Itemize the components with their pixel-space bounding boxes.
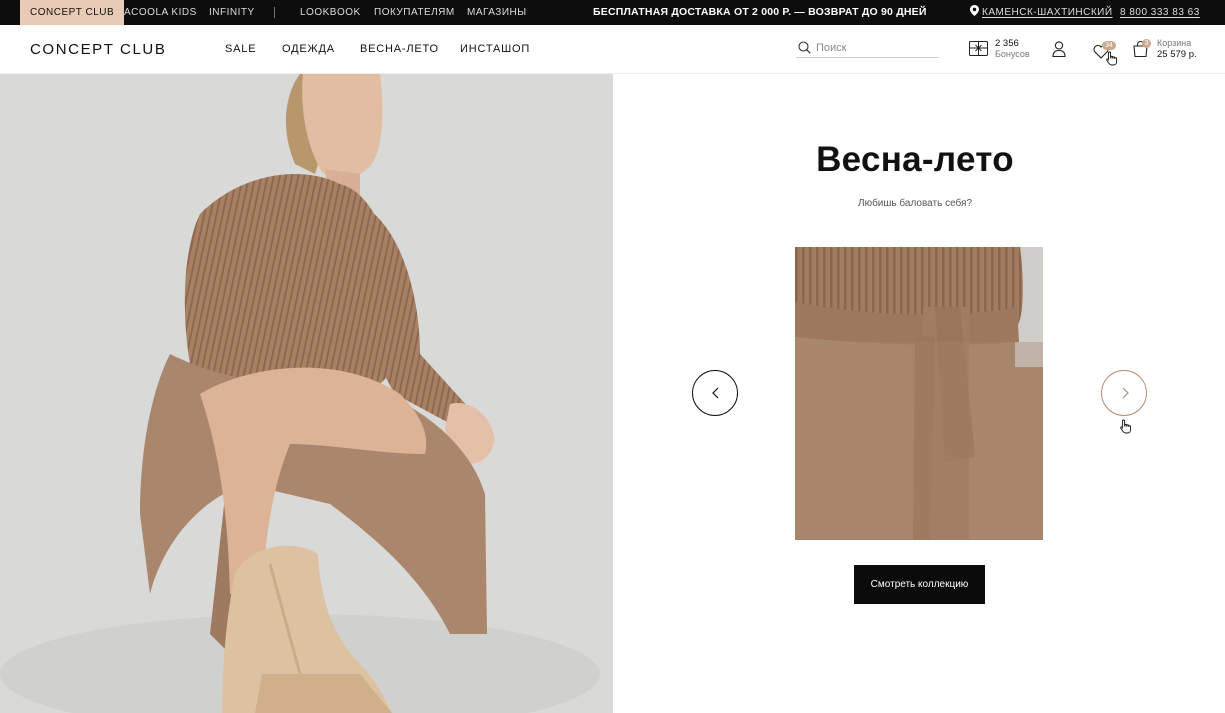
skirt-detail-photo [795,247,1043,540]
brand-tab-acoola-kids[interactable]: ACOOLA KIDS [114,0,207,25]
nav-item-spring-summer[interactable]: ВЕСНА-ЛЕТО [360,43,439,55]
collection-title: Весна-лето [816,140,1014,179]
site-logo[interactable]: CONCEPT CLUB [30,41,166,58]
cart-count-badge: 3 [1142,39,1151,48]
carousel-prev-button[interactable] [692,370,738,416]
pointer-cursor-icon [1120,419,1132,434]
favorites-count-badge: 34 [1102,41,1116,50]
model-photo [0,74,613,713]
pointer-cursor-icon [1106,51,1118,66]
topbar-link-lookbook[interactable]: LOOKBOOK [300,0,361,25]
nav-item-instashop[interactable]: ИНСТАШОП [460,43,530,55]
topbar-link-customers[interactable]: ПОКУПАТЕЛЯМ [374,0,455,25]
brand-tab-infinity[interactable]: INFINITY [199,0,265,25]
carousel-slide-image[interactable] [795,247,1043,540]
search-box [796,39,939,58]
view-collection-button[interactable]: Смотреть коллекцию [854,565,985,604]
top-bar: CONCEPT CLUB ACOOLA KIDS INFINITY LOOKBO… [0,0,1225,25]
location-pin-icon [970,5,979,16]
nav-item-sale[interactable]: SALE [225,43,256,55]
hero-lookbook-photo [0,74,613,713]
gift-card-icon [969,41,988,56]
topbar-link-stores[interactable]: МАГАЗИНЫ [467,0,527,25]
brand-tab-concept-club[interactable]: CONCEPT CLUB [20,0,125,25]
bonus-label: Бонусов [995,49,1030,59]
promo-message: БЕСПЛАТНАЯ ДОСТАВКА ОТ 2 000 Р. — ВОЗВРА… [593,6,927,18]
bonus-value: 2 356 [995,38,1019,49]
collection-subtitle: Любишь баловать себя? [858,198,972,209]
city-selector[interactable]: КАМЕНСК-ШАХТИНСКИЙ [970,0,1113,25]
bonus-balance[interactable]: 2 356 Бонусов [969,38,1039,62]
cart-total: 25 579 р. [1157,49,1197,60]
cart-label: Корзина [1157,38,1192,48]
chevron-left-icon [712,387,719,399]
nav-item-clothing[interactable]: ОДЕЖДА [282,43,335,55]
chevron-right-icon [1122,387,1129,399]
main-header: CONCEPT CLUB SALE ОДЕЖДА ВЕСНА-ЛЕТО ИНСТ… [0,25,1225,74]
account-button[interactable] [1052,41,1066,62]
topbar-divider [274,7,275,18]
carousel-next-button[interactable] [1101,370,1147,416]
user-icon [1052,41,1066,58]
cart-button[interactable]: 3 Корзина 25 579 р. [1133,38,1213,64]
phone-link[interactable]: 8 800 333 83 63 [1120,0,1200,25]
search-input[interactable] [816,39,934,56]
city-name: КАМЕНСК-ШАХТИНСКИЙ [982,7,1113,18]
search-icon [798,41,811,54]
